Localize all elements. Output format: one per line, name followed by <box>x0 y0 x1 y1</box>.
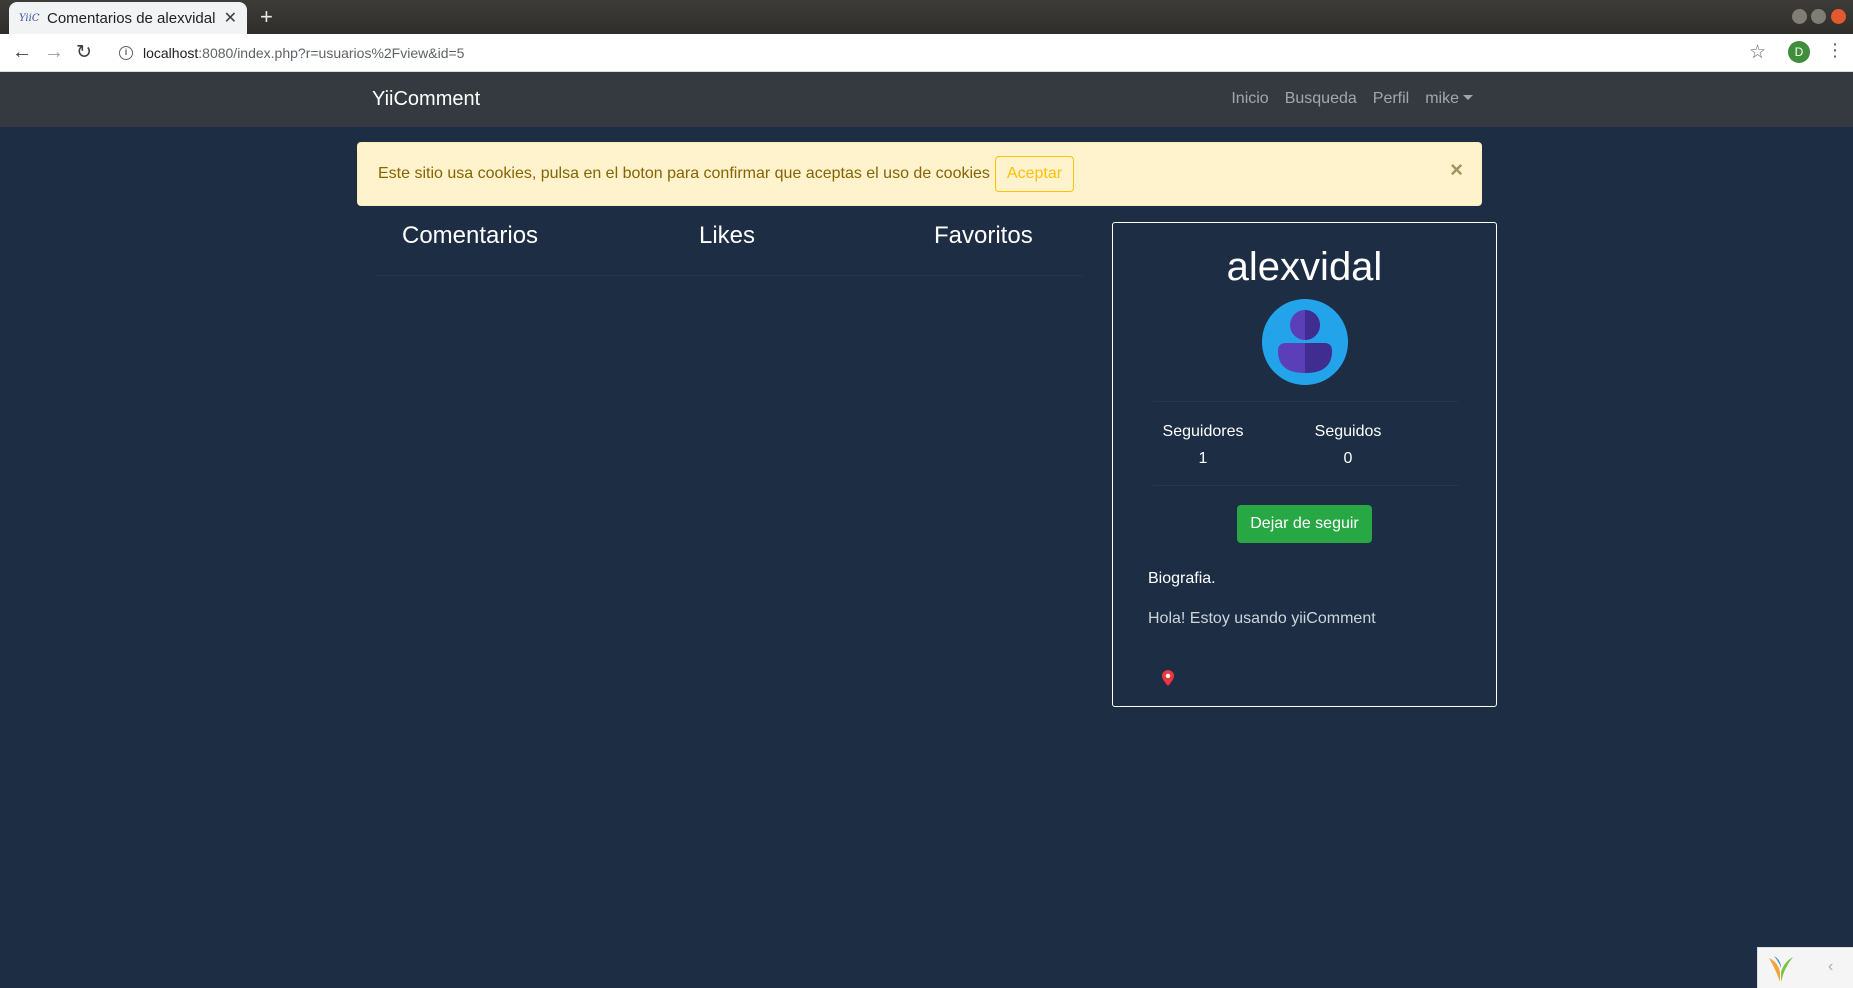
bio-text: Hola! Estoy usando yiiComment <box>1148 610 1376 627</box>
yii-debug-toolbar[interactable]: ‹ <box>1757 947 1853 988</box>
back-arrow-icon[interactable]: ← <box>12 41 32 64</box>
tab-title: Comentarios de alexvidal <box>47 9 216 27</box>
nav-links: Inicio Busqueda Perfil mike <box>1231 90 1473 108</box>
followers-count: 1 <box>1198 450 1208 467</box>
yii-logo-icon <box>1769 956 1793 982</box>
app-navbar: YiiComment Inicio Busqueda Perfil mike <box>0 72 1853 127</box>
url-host: localhost <box>143 45 199 61</box>
unfollow-button[interactable]: Dejar de seguir <box>1237 505 1372 543</box>
divider <box>1153 401 1458 402</box>
following-count: 0 <box>1343 450 1353 467</box>
user-avatar-icon <box>1262 299 1348 385</box>
avatar <box>1262 299 1348 385</box>
bio-label: Biografia. <box>1148 570 1216 587</box>
profile-username: alexvidal <box>1226 245 1383 289</box>
forward-arrow-icon[interactable]: → <box>44 41 64 64</box>
bookmark-star-icon[interactable]: ☆ <box>1749 41 1766 64</box>
address-bar[interactable]: i localhost:8080/index.php?r=usuarios%2F… <box>109 38 1746 68</box>
location-pin-icon <box>1162 670 1174 686</box>
tab-comentarios[interactable]: Comentarios <box>402 222 538 250</box>
reload-icon[interactable]: ↻ <box>76 41 92 64</box>
nav-user-label: mike <box>1425 90 1459 107</box>
content-tabs: Comentarios Likes Favoritos <box>377 218 1082 276</box>
browser-menu-icon[interactable]: ⋮ <box>1826 40 1844 61</box>
window-close-button[interactable] <box>1831 9 1846 24</box>
following-label: Seguidos <box>1314 423 1382 440</box>
browser-tabstrip: YiiC Comentarios de alexvidal ✕ + <box>0 0 1853 34</box>
info-icon[interactable]: i <box>119 46 133 60</box>
followers-label: Seguidores <box>1162 423 1244 440</box>
cookie-alert: Este sitio usa cookies, pulsa en el boto… <box>357 142 1482 206</box>
divider <box>1153 485 1458 486</box>
profile-card: alexvidal Seguidores 1 Seguidos 0 Dejar … <box>1112 222 1497 707</box>
nav-perfil[interactable]: Perfil <box>1373 90 1409 108</box>
url-text[interactable]: localhost:8080/index.php?r=usuarios%2Fvi… <box>143 45 464 61</box>
new-tab-button[interactable]: + <box>260 4 273 30</box>
browser-toolbar: ← → ↻ i localhost:8080/index.php?r=usuar… <box>0 34 1853 72</box>
nav-inicio[interactable]: Inicio <box>1231 90 1268 108</box>
close-tab-icon[interactable]: ✕ <box>224 8 237 28</box>
nav-user-dropdown[interactable]: mike <box>1425 90 1473 108</box>
profile-avatar[interactable]: D <box>1788 41 1810 63</box>
nav-busqueda[interactable]: Busqueda <box>1285 90 1357 108</box>
accept-cookies-button[interactable]: Aceptar <box>994 156 1075 192</box>
brand-link[interactable]: YiiComment <box>372 88 480 111</box>
tab-likes[interactable]: Likes <box>699 222 755 250</box>
browser-tab[interactable]: YiiC Comentarios de alexvidal ✕ <box>9 2 247 34</box>
chevron-left-icon[interactable]: ‹ <box>1828 958 1833 976</box>
window-minimize-button[interactable] <box>1792 9 1807 24</box>
following-stat[interactable]: Seguidos 0 <box>1308 418 1388 472</box>
caret-down-icon <box>1463 95 1473 100</box>
followers-stat[interactable]: Seguidores 1 <box>1158 418 1248 472</box>
favicon-icon: YiiC <box>19 12 40 24</box>
cookie-alert-text: Este sitio usa cookies, pulsa en el boto… <box>378 165 990 182</box>
close-icon[interactable]: × <box>1450 157 1463 183</box>
url-path: :8080/index.php?r=usuarios%2Fview&id=5 <box>198 45 465 61</box>
tab-favoritos[interactable]: Favoritos <box>934 222 1033 250</box>
window-maximize-button[interactable] <box>1811 9 1826 24</box>
